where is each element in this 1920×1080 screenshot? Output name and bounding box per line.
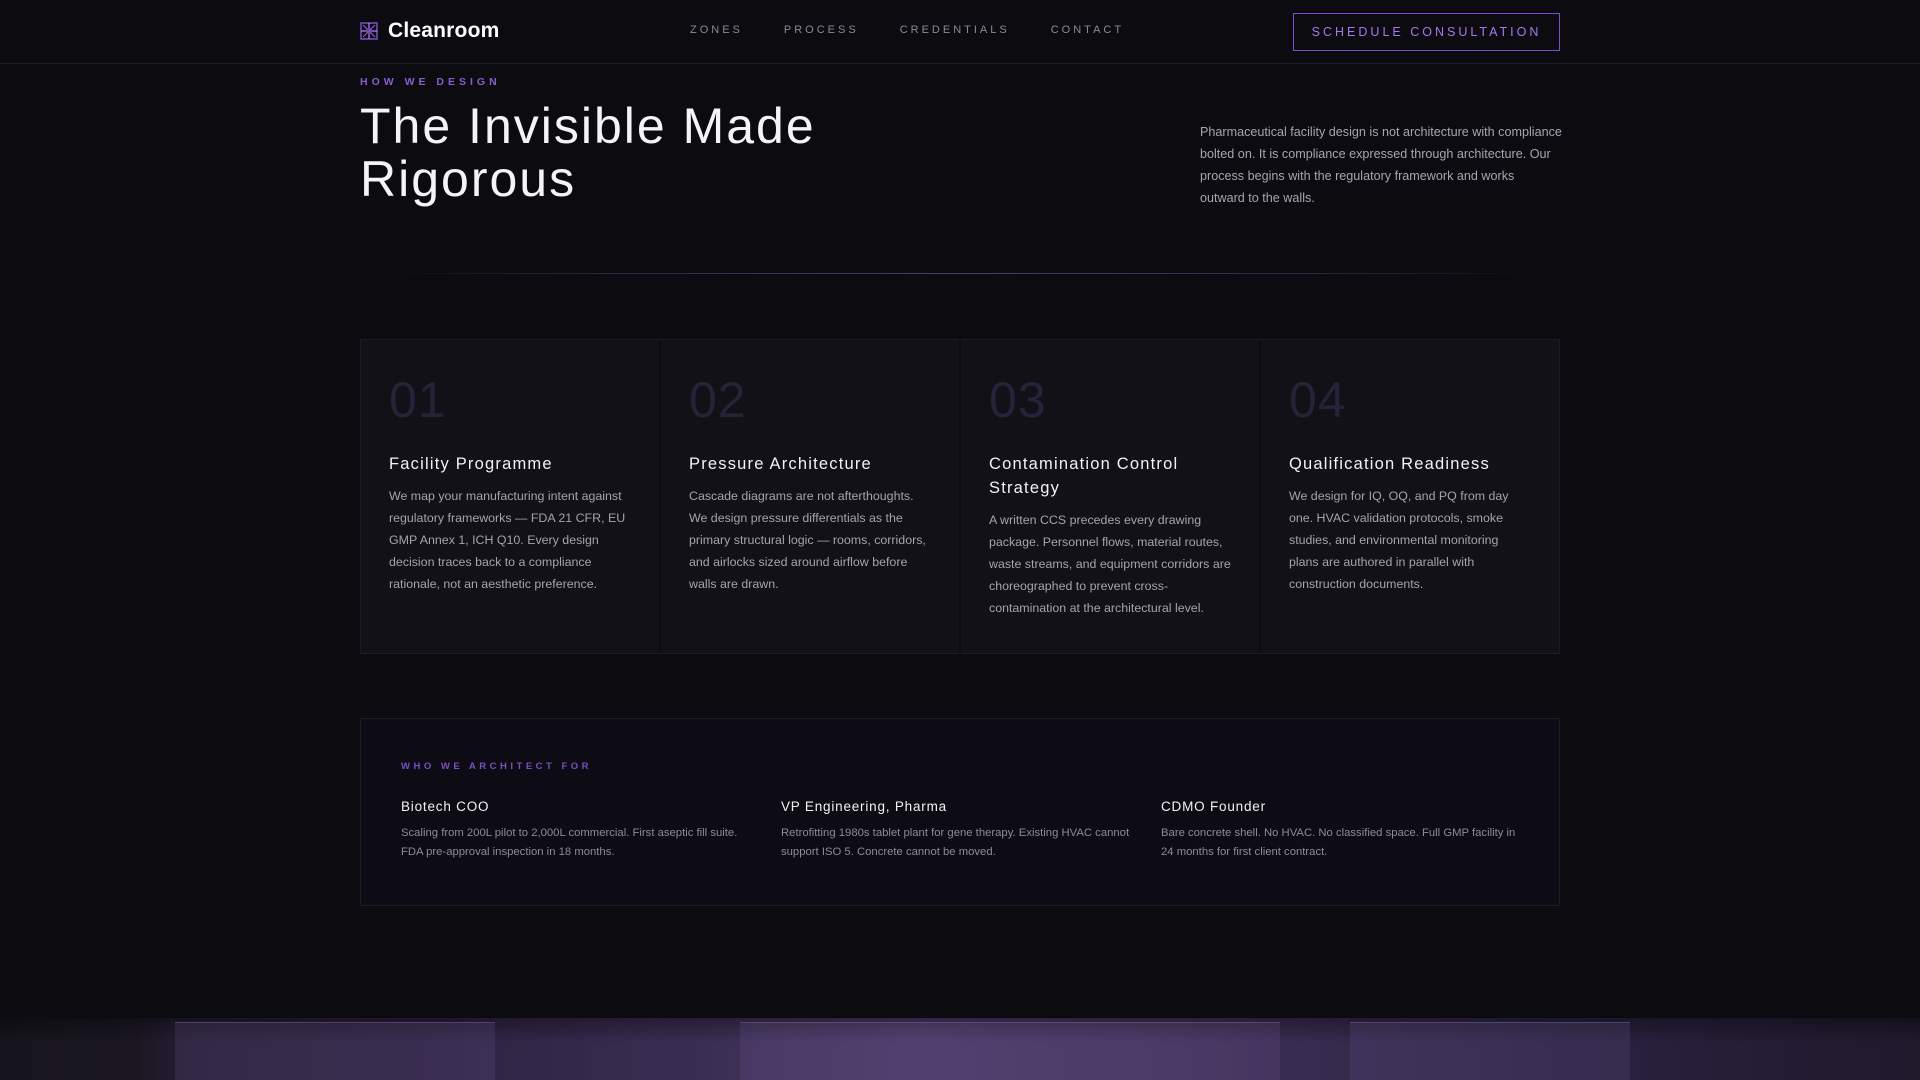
persona-biotech-coo: Biotech COO Scaling from 200L pilot to 2…: [401, 799, 761, 862]
persona-title: CDMO Founder: [1161, 799, 1266, 814]
section-divider: [380, 273, 1540, 274]
photo-detail: [1350, 1022, 1630, 1080]
nav-item-process[interactable]: PROCESS: [784, 24, 859, 36]
persona-vp-engineering: VP Engineering, Pharma Retrofitting 1980…: [781, 799, 1141, 862]
main-nav: ZONES PROCESS CREDENTIALS CONTACT: [690, 24, 1124, 36]
persona-title: Biotech COO: [401, 799, 490, 814]
page-title: The Invisible Made Rigorous: [360, 98, 816, 207]
step-number: 01: [389, 372, 447, 428]
persona-description: Scaling from 200L pilot to 2,000L commer…: [401, 827, 738, 858]
step-card-contamination-control: 03 Contamination Control Strategy A writ…: [961, 340, 1261, 653]
persona-description: Bare concrete shell. No HVAC. No classif…: [1161, 827, 1516, 858]
step-card-qualification-readiness: 04 Qualification Readiness We design for…: [1261, 340, 1559, 653]
step-title: Facility Programme: [389, 455, 553, 473]
step-description: A written CCS precedes every drawing pac…: [989, 513, 1231, 615]
nav-item-zones[interactable]: ZONES: [690, 24, 743, 36]
step-card-pressure-architecture: 02 Pressure Architecture Cascade diagram…: [661, 340, 961, 653]
step-card-facility-programme: 01 Facility Programme We map your manufa…: [361, 340, 661, 653]
step-number: 02: [689, 372, 747, 428]
photo-detail: [740, 1022, 1280, 1080]
persona-list: Biotech COO Scaling from 200L pilot to 2…: [401, 799, 1521, 862]
audience-eyebrow: WHO WE ARCHITECT FOR: [401, 761, 593, 772]
facility-photo: [0, 1018, 1920, 1080]
step-number: 03: [989, 372, 1047, 428]
audience-panel: WHO WE ARCHITECT FOR Biotech COO Scaling…: [360, 718, 1560, 906]
nav-item-credentials[interactable]: CREDENTIALS: [900, 24, 1010, 36]
persona-description: Retrofitting 1980s tablet plant for gene…: [781, 827, 1130, 858]
intro-description: Pharmaceutical facility design is not ar…: [1200, 125, 1562, 205]
photo-detail: [175, 1022, 495, 1080]
persona-title: VP Engineering, Pharma: [781, 799, 947, 814]
step-title: Pressure Architecture: [689, 455, 872, 473]
section-eyebrow: HOW WE DESIGN: [360, 76, 501, 88]
nav-item-contact[interactable]: CONTACT: [1051, 24, 1124, 36]
brand[interactable]: Cleanroom: [360, 19, 500, 43]
step-description: We map your manufacturing intent against…: [389, 489, 626, 591]
schedule-consultation-button[interactable]: SCHEDULE CONSULTATION: [1293, 13, 1560, 51]
process-steps: 01 Facility Programme We map your manufa…: [360, 339, 1560, 654]
cleanroom-logo-icon: [360, 22, 378, 40]
step-description: We design for IQ, OQ, and PQ from day on…: [1289, 489, 1509, 591]
brand-name: Cleanroom: [388, 19, 500, 42]
site-header: Cleanroom ZONES PROCESS CREDENTIALS CONT…: [0, 0, 1920, 64]
step-title: Contamination Control Strategy: [989, 455, 1179, 497]
persona-cdmo-founder: CDMO Founder Bare concrete shell. No HVA…: [1161, 799, 1521, 862]
step-title: Qualification Readiness: [1289, 455, 1490, 473]
step-description: Cascade diagrams are not afterthoughts. …: [689, 489, 926, 591]
step-number: 04: [1289, 372, 1347, 428]
